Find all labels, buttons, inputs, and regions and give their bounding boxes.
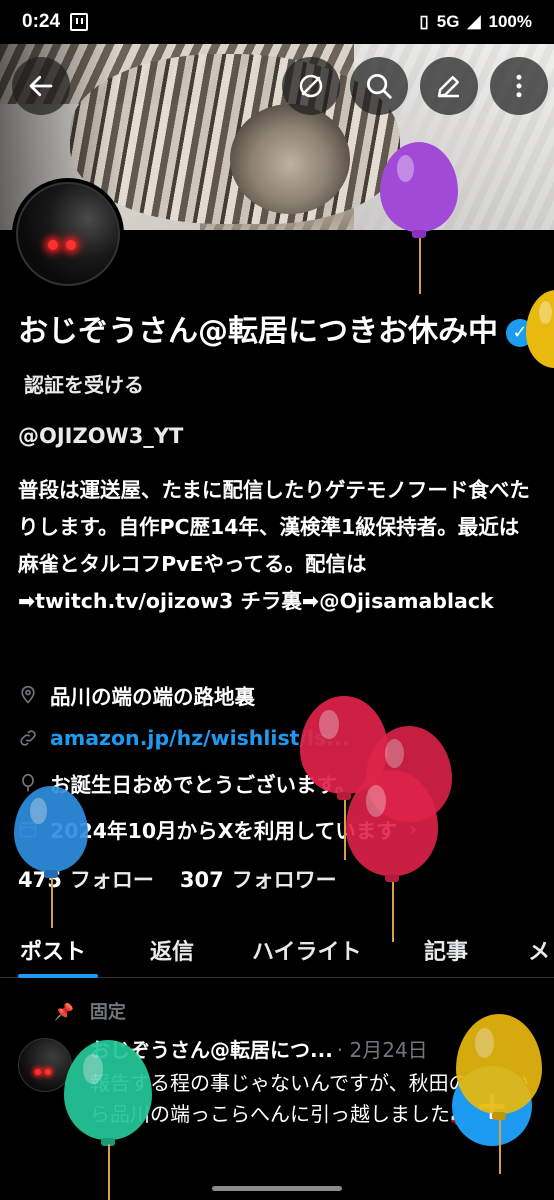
followers-label: フォロワー (231, 868, 337, 892)
post-header: おじぞうさん@転居につ... · 2月24日 (90, 1034, 428, 1063)
tab-posts[interactable]: ポスト (20, 920, 86, 966)
location-row: 品川の端の端の路地裏 (18, 680, 255, 710)
get-verified-link[interactable]: 認証を受ける (24, 373, 144, 397)
grok-button[interactable] (282, 57, 340, 115)
followers-link[interactable]: 307 フォロワー (180, 864, 337, 894)
following-count: 475 (18, 868, 62, 892)
grok-icon (299, 74, 323, 98)
location-pin-icon (18, 685, 38, 705)
profile-tabs: ポスト 返信 ハイライト 記事 メ (0, 920, 554, 978)
status-bar: 0:24 ▯ 5G ◢ 100% (0, 0, 554, 44)
birthday-row: お誕生日おめでとうございます。 (18, 768, 355, 798)
joined-text: 2024年10月からXを利用しています (50, 819, 397, 843)
plus-icon: + (475, 1083, 509, 1129)
pinned-indicator: 📌 固定 (54, 998, 126, 1024)
home-indicator (212, 1186, 342, 1191)
birthday-text: お誕生日おめでとうございます。 (50, 773, 356, 797)
link-icon (18, 728, 38, 748)
edit-button[interactable] (420, 57, 478, 115)
tab-replies[interactable]: 返信 (150, 920, 194, 966)
followers-count: 307 (179, 868, 224, 892)
profile-avatar[interactable] (12, 178, 124, 290)
twitch-notification-icon (70, 13, 89, 31)
status-time: 0:24 (22, 11, 61, 32)
vibrate-icon: ▯ (419, 12, 429, 31)
following-link[interactable]: 475 フォロー (18, 864, 154, 894)
search-button[interactable] (350, 57, 408, 115)
post-date: · 2月24日 (336, 1038, 428, 1062)
tab-media[interactable]: メ (528, 920, 550, 966)
network-label: 5G (436, 12, 460, 31)
search-icon (367, 74, 392, 99)
chevron-right-icon: › (408, 817, 418, 841)
pinned-label: 固定 (89, 1002, 126, 1023)
post-avatar[interactable] (18, 1038, 72, 1092)
balloon-decoration (366, 726, 452, 822)
profile-handle: @OJIZOW3_YT (18, 424, 184, 448)
profile-name: おじぞうさん@転居につきお休み中 (18, 314, 498, 349)
back-button[interactable] (12, 57, 70, 115)
arrow-left-icon (29, 75, 53, 97)
post-author[interactable]: おじぞうさん@転居につ... (90, 1038, 333, 1062)
more-vertical-icon (516, 74, 522, 98)
avatar-eye (66, 240, 76, 250)
calendar-icon (18, 819, 38, 839)
tab-highlights[interactable]: ハイライト (252, 920, 362, 966)
verified-check-icon[interactable]: ✓ (506, 318, 534, 347)
joined-row[interactable]: 2024年10月からXを利用しています › (18, 814, 417, 844)
follow-stats: 475 フォロー 307 フォロワー (18, 864, 337, 894)
profile-bio: 普段は運送屋、たまに配信したりゲテモノフード食べたりします。自作PC歴14年、漢… (18, 478, 530, 613)
tab-articles[interactable]: 記事 (424, 920, 468, 966)
battery-label: 100% (488, 12, 532, 31)
profile-link[interactable]: amazon.jp/hz/wishlist/ls... (50, 726, 350, 750)
signal-icon: ◢ (467, 12, 481, 31)
avatar-eye (48, 240, 58, 250)
profile-name-block: おじぞうさん@転居につきお休み中 ✓ 認証を受ける (18, 306, 548, 411)
pencil-icon (437, 76, 459, 98)
balloon-icon (18, 773, 38, 793)
pin-icon: 📌 (54, 1001, 74, 1021)
compose-button[interactable]: + (452, 1066, 532, 1146)
active-tab-indicator (18, 974, 98, 978)
location-text: 品川の端の端の路地裏 (50, 685, 255, 709)
link-row: amazon.jp/hz/wishlist/ls... (18, 726, 350, 750)
more-button[interactable] (490, 57, 548, 115)
following-label: フォロー (69, 868, 154, 892)
status-right: ▯ 5G ◢ 100% (419, 12, 532, 32)
